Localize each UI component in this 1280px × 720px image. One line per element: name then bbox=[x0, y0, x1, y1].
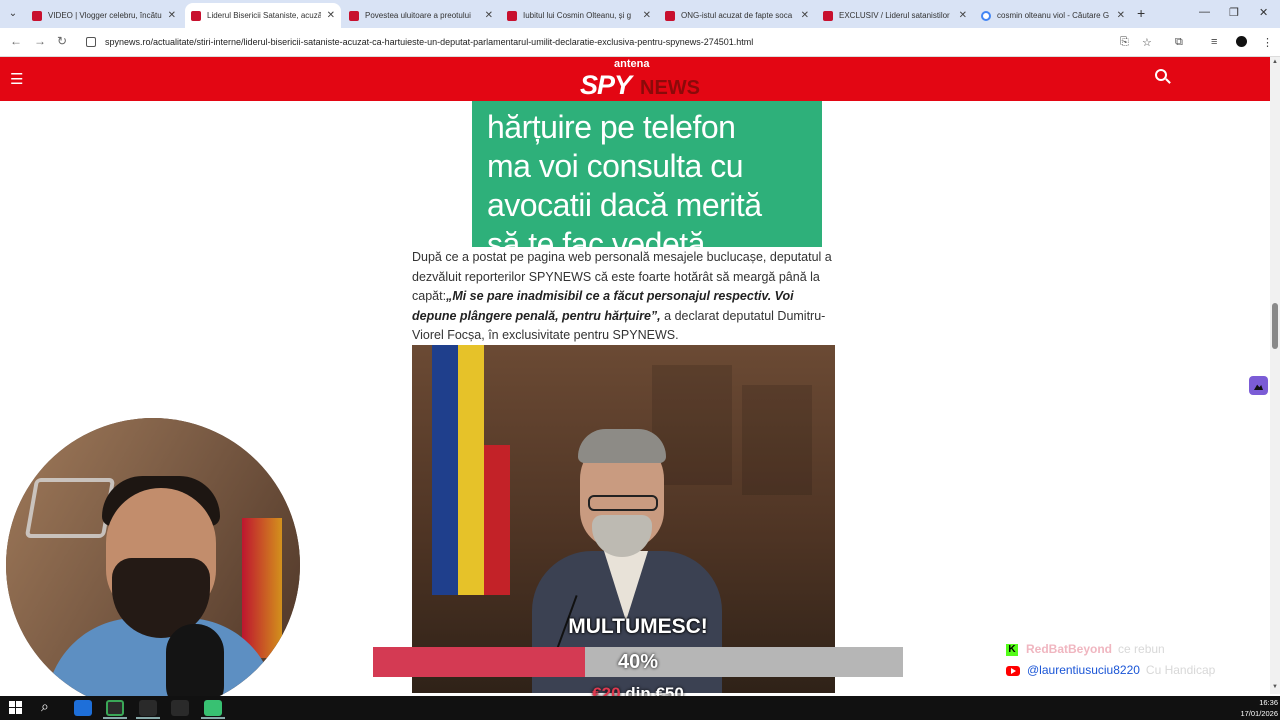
windows-taskbar: ⌕ 16:36 17/01/2026 bbox=[0, 696, 1280, 720]
flag-red bbox=[484, 445, 510, 595]
youtube-icon bbox=[1006, 665, 1020, 676]
browser-tab[interactable]: Liderul Bisericii Sataniste, acuză ✕ bbox=[185, 3, 341, 28]
hamburger-menu-icon[interactable]: ☰ bbox=[10, 70, 23, 88]
browser-tab[interactable]: EXCLUSIV / Liderul satanistilor ✕ bbox=[817, 3, 973, 28]
search-icon[interactable] bbox=[1154, 68, 1172, 86]
taskbar-clock[interactable]: 16:36 17/01/2026 bbox=[1230, 697, 1278, 719]
browser-tab[interactable]: Povestea uluitoare a preotului ✕ bbox=[343, 3, 499, 28]
tab-title: Liderul Bisericii Sataniste, acuză bbox=[207, 11, 321, 20]
file-explorer-icon[interactable] bbox=[74, 700, 92, 716]
browser-tab[interactable]: Iubitul lui Cosmin Olteanu, și g ✕ bbox=[501, 3, 657, 28]
browser-tab[interactable]: VIDEO | Vlogger celebru, încătu ✕ bbox=[26, 3, 182, 28]
new-tab-button[interactable]: + bbox=[1137, 5, 1145, 21]
flag-yellow bbox=[458, 345, 484, 595]
tab-title: EXCLUSIV / Liderul satanistilor bbox=[839, 11, 950, 20]
chat-text: Cu Handicap bbox=[1145, 663, 1216, 677]
wall-logo bbox=[24, 478, 116, 538]
streamer-webcam bbox=[6, 418, 300, 712]
forward-icon[interactable]: → bbox=[34, 34, 46, 48]
tab-title: Povestea uluitoare a preotului bbox=[365, 11, 471, 20]
taskbar-app-icon[interactable] bbox=[139, 700, 157, 716]
clock-time: 16:36 bbox=[1259, 698, 1278, 707]
reload-icon[interactable]: ↻ bbox=[57, 34, 67, 48]
spynews-favicon-icon bbox=[507, 10, 517, 21]
article-paragraph: După ce a postat pe pagina web personală… bbox=[412, 248, 832, 346]
bookmark-star-icon[interactable]: ☆ bbox=[1142, 36, 1152, 49]
obs-icon[interactable] bbox=[204, 700, 222, 716]
site-header: ☰ antena SPY NEWS bbox=[0, 57, 1270, 101]
windows-start-icon[interactable] bbox=[9, 701, 23, 715]
tab-strip: ⌄ VIDEO | Vlogger celebru, încătu ✕ Lideru… bbox=[0, 0, 1280, 28]
tab-close-icon[interactable]: ✕ bbox=[959, 10, 967, 21]
page-scrollbar[interactable]: ▲ ▼ bbox=[1270, 57, 1280, 694]
chat-message: @laurentiusuciu8220 Cu Handicap bbox=[1006, 663, 1215, 677]
spynews-favicon-icon bbox=[823, 10, 833, 21]
install-app-icon[interactable]: ⎘ bbox=[1120, 36, 1129, 49]
flag-blue bbox=[432, 345, 458, 595]
image-text-line: ma voi consulta cu bbox=[487, 148, 744, 184]
tab-title: cosmin olteanu viol - Căutare G bbox=[997, 11, 1110, 20]
message-screenshot-image: hărțuire pe telefon ma voi consulta cu a… bbox=[472, 101, 822, 247]
donation-thanks-text: MULTUMESC! bbox=[568, 615, 708, 638]
spynews-favicon-icon bbox=[665, 10, 675, 21]
taskbar-search-icon[interactable]: ⌕ bbox=[41, 698, 49, 714]
google-favicon-icon bbox=[981, 10, 991, 21]
media-controls-icon[interactable]: ≡ bbox=[1211, 36, 1217, 48]
tab-search-chevron-icon[interactable]: ⌄ bbox=[4, 6, 22, 22]
address-bar[interactable]: spynews.ro/actualitate/stiri-interne/lid… bbox=[105, 37, 753, 47]
image-text-line: avocatii dacă merită bbox=[487, 187, 762, 223]
kick-icon: K bbox=[1006, 643, 1018, 656]
donation-progress-label: 40% bbox=[617, 651, 659, 673]
chat-username: RedBatBeyond bbox=[1026, 642, 1113, 656]
tab-close-icon[interactable]: ✕ bbox=[801, 10, 809, 21]
more-menu-icon[interactable]: ⋮ bbox=[1262, 36, 1273, 49]
logo-antena[interactable]: antena bbox=[614, 58, 649, 70]
back-icon[interactable]: ← bbox=[10, 34, 22, 48]
donation-progress-bar: 40% bbox=[373, 647, 903, 677]
extensions-icon[interactable]: ⧉ bbox=[1175, 36, 1183, 49]
taskbar-app-icon[interactable] bbox=[171, 700, 189, 716]
tab-title: ONG-istul acuzat de fapte soca bbox=[681, 11, 793, 20]
spynews-favicon-icon bbox=[349, 10, 359, 21]
spynews-favicon-icon bbox=[191, 10, 201, 21]
logo-news[interactable]: NEWS bbox=[640, 77, 700, 100]
tab-close-icon[interactable]: ✕ bbox=[485, 10, 493, 21]
tab-close-icon[interactable]: ✕ bbox=[168, 10, 176, 21]
tab-close-icon[interactable]: ✕ bbox=[327, 10, 335, 21]
tab-close-icon[interactable]: ✕ bbox=[1117, 10, 1125, 21]
site-info-icon[interactable] bbox=[86, 37, 96, 47]
scroll-up-icon[interactable]: ▲ bbox=[1272, 59, 1278, 65]
logo-spy[interactable]: SPY bbox=[580, 70, 632, 101]
clock-date: 17/01/2026 bbox=[1240, 709, 1278, 718]
chat-username: @laurentiusuciu8220 bbox=[1027, 663, 1140, 677]
tab-title: Iubitul lui Cosmin Olteanu, și g bbox=[523, 11, 632, 20]
browser-tab[interactable]: cosmin olteanu viol - Căutare G ✕ bbox=[975, 3, 1131, 28]
chat-message: K RedBatBeyond ce rebun bbox=[1006, 642, 1165, 656]
close-window-icon[interactable]: ✕ bbox=[1259, 6, 1268, 19]
browser-toolbar: ← → ↻ spynews.ro/actualitate/stiri-inter… bbox=[0, 28, 1280, 57]
tab-title: VIDEO | Vlogger celebru, încătu bbox=[48, 11, 162, 20]
minimize-icon[interactable]: — bbox=[1199, 6, 1210, 18]
image-text-line: hărțuire pe telefon bbox=[487, 109, 736, 145]
scroll-thumb[interactable] bbox=[1272, 303, 1278, 349]
tab-close-icon[interactable]: ✕ bbox=[643, 10, 651, 21]
scroll-down-icon[interactable]: ▼ bbox=[1272, 684, 1278, 690]
chat-text: ce rebun bbox=[1118, 642, 1165, 656]
deputy-photo bbox=[412, 345, 835, 693]
chrome-icon[interactable] bbox=[106, 700, 124, 716]
image-search-icon[interactable] bbox=[1249, 376, 1268, 395]
profile-avatar-icon[interactable] bbox=[1236, 36, 1247, 47]
browser-tab[interactable]: ONG-istul acuzat de fapte soca ✕ bbox=[659, 3, 815, 28]
image-text-line: să te fac vedetă bbox=[487, 226, 705, 247]
spynews-favicon-icon bbox=[32, 10, 42, 21]
restore-icon[interactable]: ❐ bbox=[1229, 6, 1239, 19]
